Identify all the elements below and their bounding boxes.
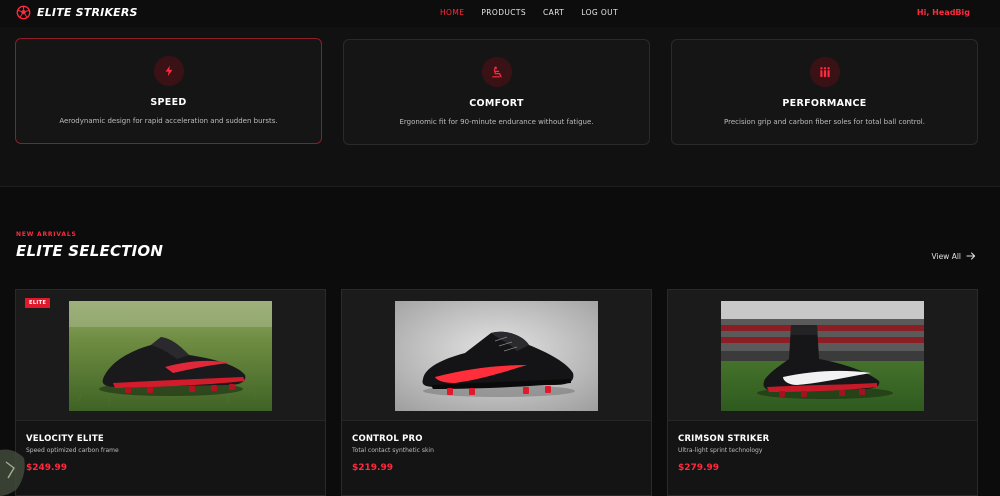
product-image[interactable] bbox=[69, 301, 272, 411]
product-card-crimson-striker[interactable]: CRIMSON STRIKER Ultra-light sprint techn… bbox=[667, 289, 978, 496]
product-price: $249.99 bbox=[26, 463, 67, 473]
feature-card-speed[interactable]: SPEED Aerodynamic design for rapid accel… bbox=[15, 38, 322, 144]
soccer-ball-icon bbox=[16, 5, 31, 20]
features-section: SPEED Aerodynamic design for rapid accel… bbox=[0, 27, 1000, 187]
product-image[interactable] bbox=[395, 301, 598, 411]
user-greeting[interactable]: Hi, HeadBig bbox=[917, 8, 970, 17]
feature-title: PERFORMANCE bbox=[782, 98, 867, 109]
nav-link-home[interactable]: HOME bbox=[440, 8, 464, 17]
brand-name: ELITE STRIKERS bbox=[37, 6, 138, 19]
product-name[interactable]: CONTROL PRO bbox=[352, 434, 423, 444]
nav-menu: HOME PRODUCTS CART LOG OUT bbox=[440, 8, 635, 17]
feature-description: Aerodynamic design for rapid acceleratio… bbox=[59, 117, 278, 125]
section-title: ELITE SELECTION bbox=[16, 242, 164, 260]
product-name[interactable]: CRIMSON STRIKER bbox=[678, 434, 769, 444]
product-description: Speed optimized carbon frame bbox=[26, 447, 119, 454]
nav-link-products[interactable]: PRODUCTS bbox=[481, 8, 526, 17]
product-card-velocity-elite[interactable]: ELITE VELOCITY ELITE Speed optimized car… bbox=[15, 289, 326, 496]
product-description: Total contact synthetic skin bbox=[352, 447, 434, 454]
nav-link-logout[interactable]: LOG OUT bbox=[581, 8, 618, 17]
feature-card-comfort[interactable]: COMFORT Ergonomic fit for 90-minute endu… bbox=[343, 39, 650, 145]
team-icon bbox=[809, 57, 840, 87]
product-media: ELITE bbox=[16, 290, 325, 421]
product-media bbox=[668, 290, 977, 421]
product-image[interactable] bbox=[721, 301, 924, 411]
section-eyebrow: NEW ARRIVALS bbox=[16, 231, 77, 238]
arrow-right-icon bbox=[966, 252, 976, 260]
top-nav: ELITE STRIKERS HOME PRODUCTS CART LOG OU… bbox=[0, 0, 1000, 27]
seat-icon bbox=[481, 57, 512, 87]
lightning-icon bbox=[153, 56, 184, 86]
product-media bbox=[342, 290, 651, 421]
feature-description: Precision grip and carbon fiber soles fo… bbox=[724, 118, 925, 126]
product-name[interactable]: VELOCITY ELITE bbox=[26, 434, 104, 444]
view-all-label: View All bbox=[931, 251, 961, 261]
feature-title: SPEED bbox=[150, 97, 187, 108]
product-description: Ultra-light sprint technology bbox=[678, 447, 763, 454]
shield-logo-icon bbox=[0, 449, 25, 496]
feature-card-performance[interactable]: PERFORMANCE Precision grip and carbon fi… bbox=[671, 39, 978, 145]
product-card-control-pro[interactable]: CONTROL PRO Total contact synthetic skin… bbox=[341, 289, 652, 496]
view-all-link[interactable]: View All bbox=[932, 251, 976, 261]
product-badge: ELITE bbox=[25, 298, 51, 308]
feature-description: Ergonomic fit for 90-minute endurance wi… bbox=[399, 118, 594, 126]
product-price: $279.99 bbox=[678, 463, 719, 473]
feature-title: COMFORT bbox=[469, 98, 524, 109]
nav-link-cart[interactable]: CART bbox=[543, 8, 564, 17]
product-price: $219.99 bbox=[352, 463, 393, 473]
brand-logo-link[interactable]: ELITE STRIKERS bbox=[16, 5, 138, 20]
